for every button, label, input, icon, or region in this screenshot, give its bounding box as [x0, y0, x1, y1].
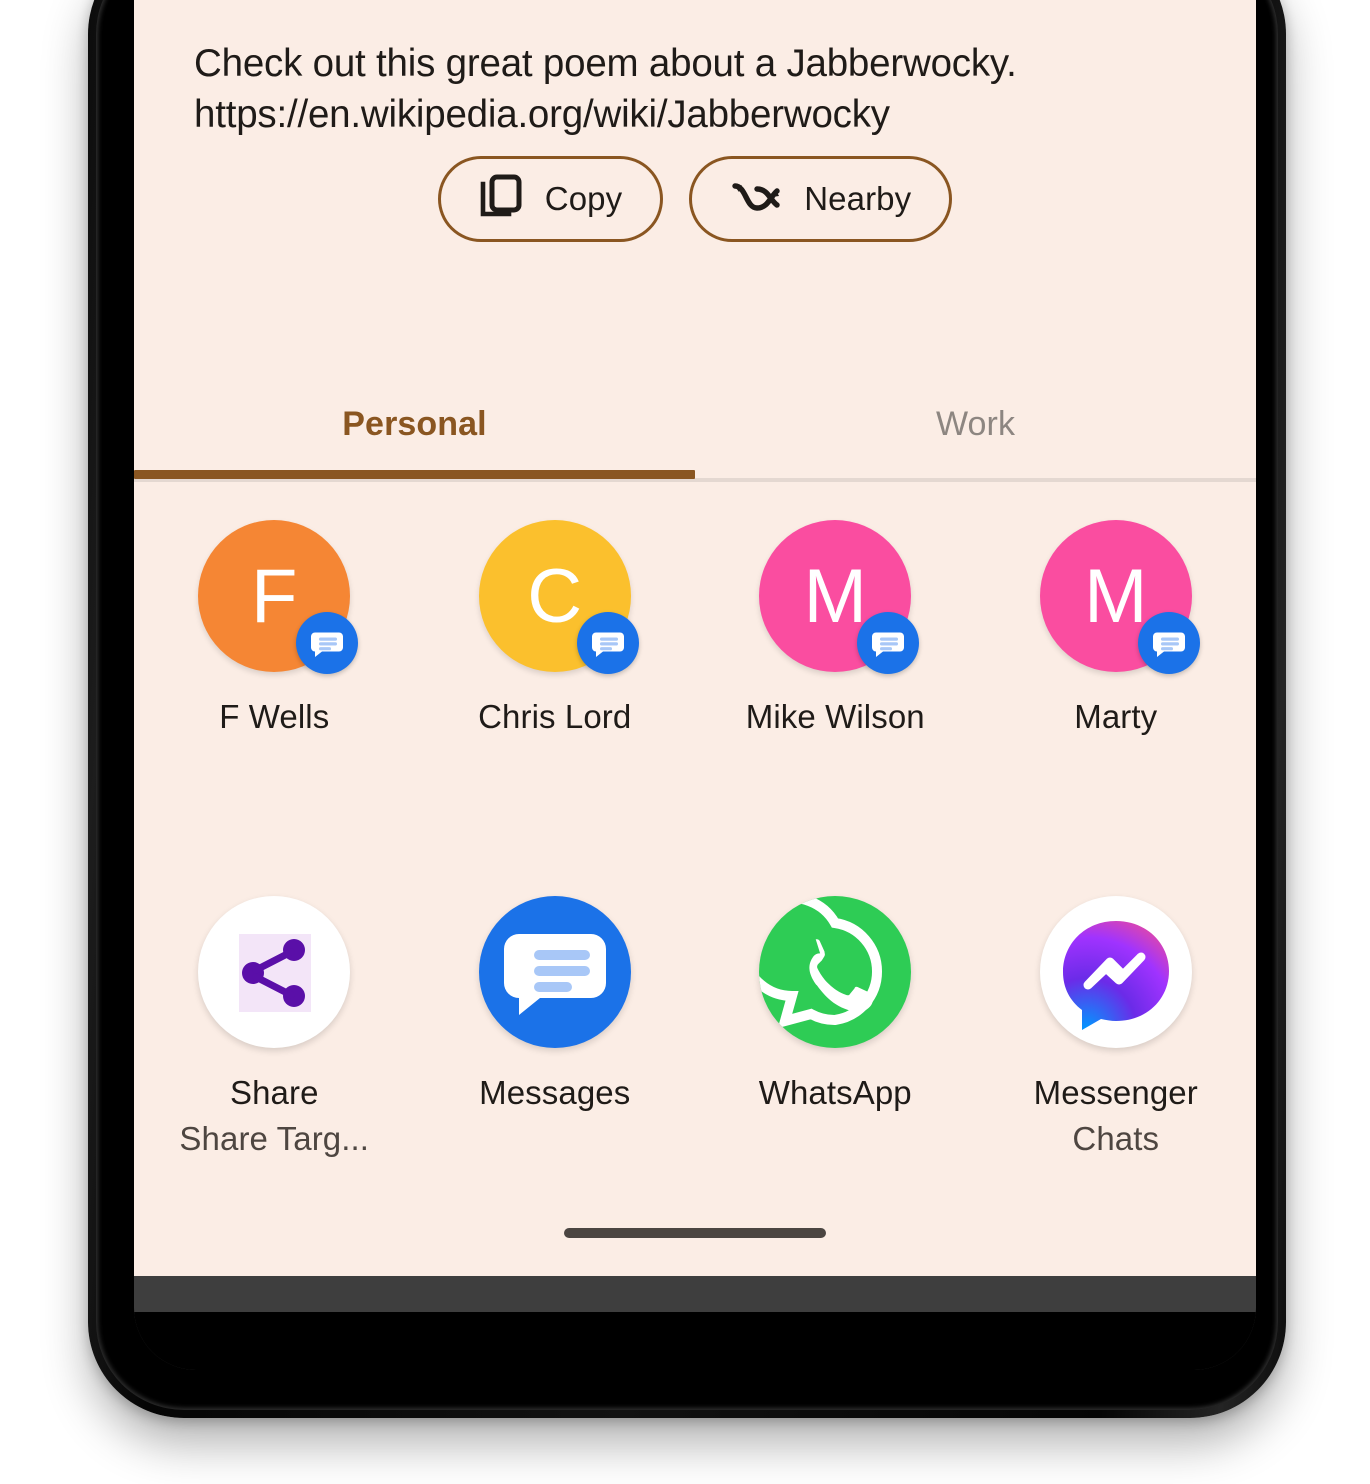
messages-badge-icon	[1137, 612, 1200, 674]
screen-bottom-letterbox	[134, 1312, 1256, 1370]
app-icon-wrap	[478, 896, 631, 1048]
contact-label: F Wells	[219, 698, 330, 735]
gesture-navigation-bar[interactable]	[564, 1228, 826, 1238]
whatsapp-icon	[759, 896, 912, 1048]
avatar-wrap: C	[478, 520, 639, 674]
app-messenger[interactable]: Messenger Chats	[976, 896, 1257, 1158]
app-icon-wrap	[759, 896, 912, 1048]
contact-mike-wilson[interactable]: M Mike Wilson	[695, 520, 976, 736]
tab-personal[interactable]: Personal	[134, 368, 695, 480]
copy-icon	[479, 174, 523, 225]
contact-label: Chris Lord	[478, 698, 632, 735]
facebook-messenger-icon	[1039, 896, 1192, 1048]
nearby-button[interactable]: Nearby	[689, 156, 953, 242]
nearby-share-icon	[730, 177, 782, 222]
tab-work-label: Work	[935, 404, 1016, 443]
share-apps-row: Share Share Targ... Messages WhatsApp Me…	[134, 896, 1256, 1158]
app-whatsapp[interactable]: WhatsApp	[695, 896, 976, 1158]
phone-frame: Check out this great poem about a Jabber…	[88, 0, 1286, 1418]
copy-button-label: Copy	[544, 180, 623, 217]
avatar-wrap: M	[1039, 520, 1200, 674]
phone-screen: Check out this great poem about a Jabber…	[134, 0, 1256, 1370]
direct-share-contacts-row: F F Wells C Chris Lord M Mike Wilson M M…	[134, 520, 1256, 736]
contact-label: Marty	[1074, 698, 1158, 735]
app-label: Messenger	[1033, 1074, 1198, 1111]
contact-f-wells[interactable]: F F Wells	[134, 520, 415, 736]
share-target-icon	[198, 896, 351, 1048]
share-sheet: Check out this great poem about a Jabber…	[134, 0, 1256, 1276]
app-label: Messages	[479, 1074, 631, 1111]
quick-actions-row: Copy Nearby	[134, 156, 1256, 242]
app-share-target[interactable]: Share Share Targ...	[134, 896, 415, 1158]
share-preview-text: Check out this great poem about a Jabber…	[194, 42, 1017, 137]
app-sublabel: Chats	[1072, 1120, 1160, 1157]
tab-work[interactable]: Work	[695, 368, 1256, 480]
app-icon-wrap	[198, 896, 351, 1048]
avatar-wrap: M	[759, 520, 920, 674]
tab-active-indicator	[134, 470, 695, 479]
tab-personal-label: Personal	[342, 404, 487, 443]
avatar-wrap: F	[198, 520, 359, 674]
app-label: Share	[229, 1074, 319, 1111]
phone-bezel: Check out this great poem about a Jabber…	[96, 0, 1278, 1410]
profile-tabs: Personal Work	[134, 368, 1256, 480]
app-sublabel: Share Targ...	[179, 1120, 370, 1157]
messages-badge-icon	[857, 612, 920, 674]
google-messages-icon	[478, 896, 631, 1048]
app-icon-wrap	[1039, 896, 1192, 1048]
contact-label: Mike Wilson	[745, 698, 925, 735]
copy-button[interactable]: Copy	[437, 156, 664, 242]
nearby-button-label: Nearby	[804, 180, 912, 217]
messages-badge-icon	[296, 612, 359, 674]
contact-chris-lord[interactable]: C Chris Lord	[415, 520, 696, 736]
messages-badge-icon	[576, 612, 639, 674]
app-messages[interactable]: Messages	[415, 896, 696, 1158]
app-label: WhatsApp	[758, 1074, 912, 1111]
contact-marty[interactable]: M Marty	[976, 520, 1257, 736]
